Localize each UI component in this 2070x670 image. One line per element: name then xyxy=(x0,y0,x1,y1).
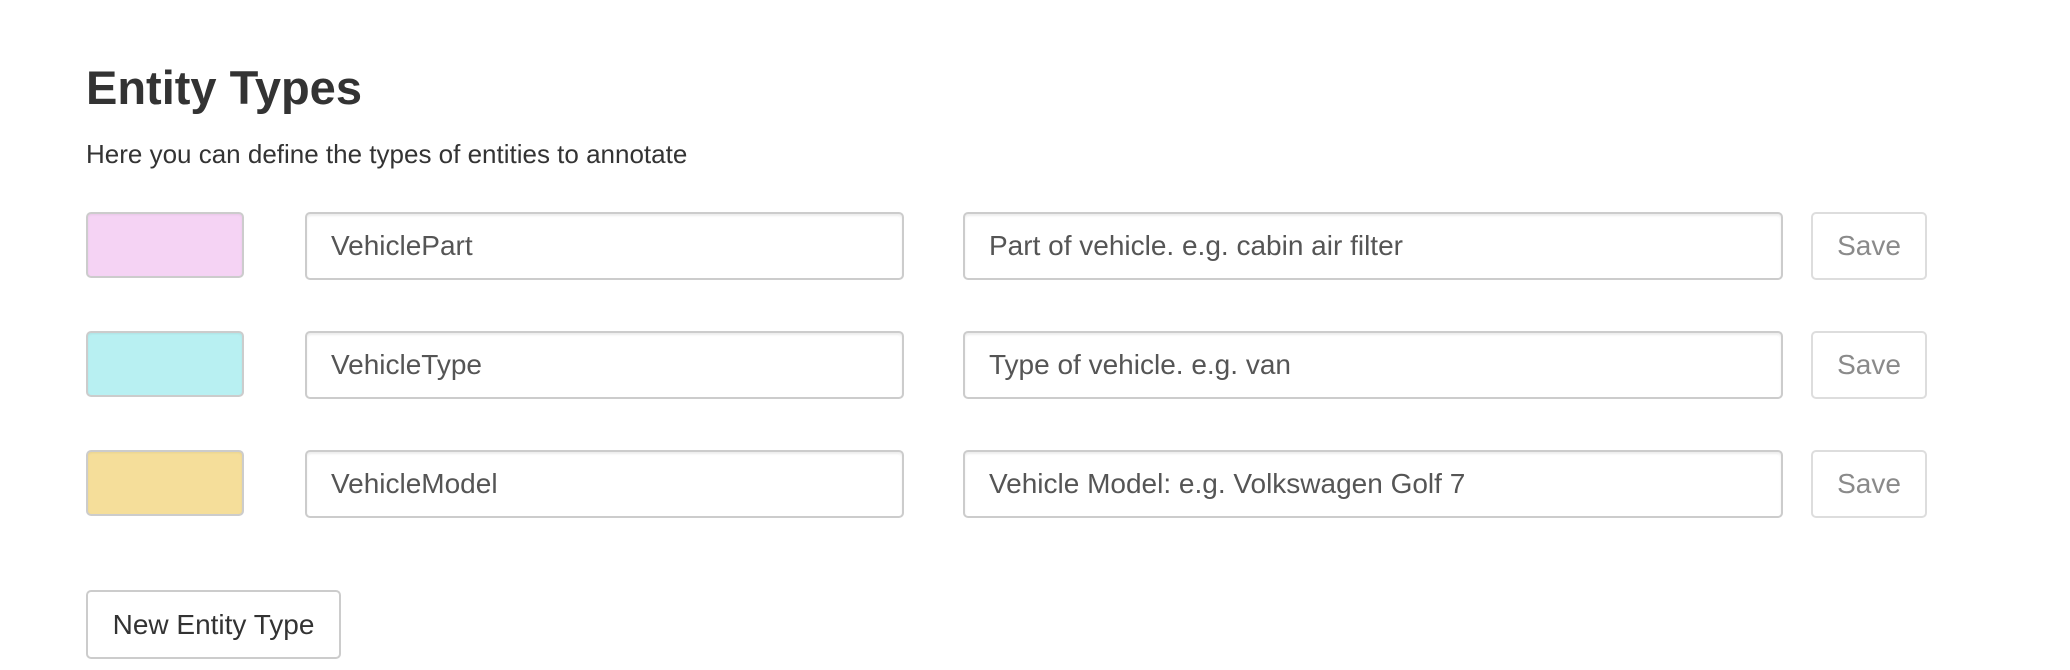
entity-description-input[interactable] xyxy=(963,331,1783,399)
entity-type-row: Save xyxy=(0,331,2070,401)
page-title: Entity Types xyxy=(86,61,362,114)
save-button[interactable]: Save xyxy=(1811,331,1927,399)
entity-description-input[interactable] xyxy=(963,212,1783,280)
save-button[interactable]: Save xyxy=(1811,450,1927,518)
new-entity-type-button[interactable]: New Entity Type xyxy=(86,590,341,659)
entity-type-row: Save xyxy=(0,212,2070,282)
entity-name-input[interactable] xyxy=(305,212,904,280)
entity-type-row: Save xyxy=(0,450,2070,520)
color-swatch[interactable] xyxy=(86,331,244,397)
page-subtitle: Here you can define the types of entitie… xyxy=(86,139,688,169)
color-swatch[interactable] xyxy=(86,212,244,278)
entity-name-input[interactable] xyxy=(305,450,904,518)
entity-description-input[interactable] xyxy=(963,450,1783,518)
entity-name-input[interactable] xyxy=(305,331,904,399)
save-button[interactable]: Save xyxy=(1811,212,1927,280)
color-swatch[interactable] xyxy=(86,450,244,516)
